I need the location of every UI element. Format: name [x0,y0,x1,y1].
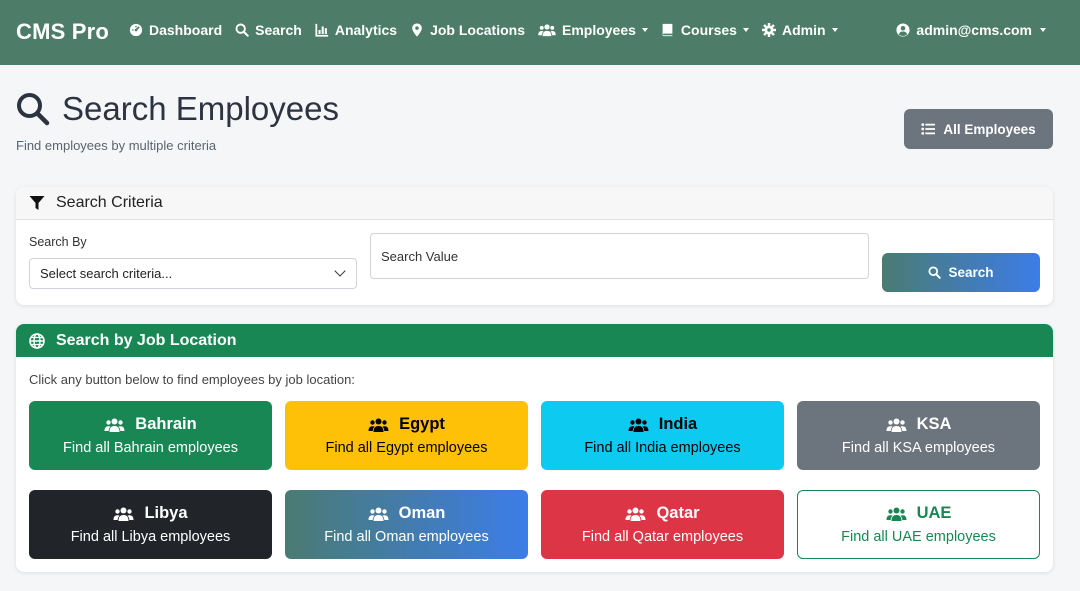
map-pin-icon [410,23,424,37]
location-description: Find all Libya employees [70,529,231,545]
location-button-bahrain[interactable]: Bahrain Find all Bahrain employees [29,401,272,470]
search-criteria-header: Search Criteria [16,187,1053,220]
users-icon [628,418,649,432]
nav-item-label: Courses [680,22,737,38]
nav-item-admin[interactable]: Admin [761,22,838,38]
nav-item-dashboard[interactable]: Dashboard [129,22,222,38]
users-icon [368,507,389,521]
location-description: Find all UAE employees [841,529,996,545]
nav-item-label: Employees [561,22,636,38]
location-button-india[interactable]: India Find all India employees [541,401,784,470]
nav-item-label: Job Locations [430,22,525,38]
dashboard-icon [129,23,143,37]
list-icon [921,123,936,135]
all-employees-label: All Employees [943,121,1036,137]
location-name: UAE [916,504,952,522]
users-icon [886,418,907,432]
users-icon [368,418,389,432]
chevron-down-icon [641,28,648,32]
chevron-down-icon [742,28,749,32]
location-button-libya[interactable]: Libya Find all Libya employees [29,490,272,559]
globe-icon [29,332,45,349]
location-button-title: Libya [113,504,188,523]
chevron-down-icon [1040,28,1046,32]
job-location-instructions: Click any button below to find employees… [29,372,355,387]
location-name: India [658,415,698,433]
location-name: Qatar [656,504,700,522]
search-by-label: Search By [29,235,87,249]
location-button-title: Egypt [368,415,445,434]
page-subtitle: Find employees by multiple criteria [16,138,217,153]
nav-item-analytics[interactable]: Analytics [315,22,397,38]
search-by-selected-value: Select search criteria... [40,266,173,281]
users-icon [538,23,556,37]
search-criteria-title: Search Criteria [56,194,163,211]
search-value-placeholder: Search Value [381,248,459,264]
page-title-text: Search Employees [62,90,339,127]
location-description: Find all Bahrain employees [63,440,238,456]
brand-logo[interactable]: CMS Pro [16,19,109,45]
gear-icon [761,23,776,37]
navbar: CMS Pro Dashboard Search Analytics Job L… [0,0,1080,65]
chevron-down-icon [831,28,838,32]
filter-icon [29,196,45,210]
chart-icon [315,23,329,37]
job-location-card: Search by Job Location Click any button … [16,324,1053,572]
users-icon [625,507,646,521]
location-button-qatar[interactable]: Qatar Find all Qatar employees [541,490,784,559]
location-name: Libya [144,504,188,522]
search-button[interactable]: Search [882,253,1040,292]
nav-menu: Dashboard Search Analytics Job Locations… [129,22,851,38]
search-value-input[interactable]: Search Value [370,233,869,279]
location-button-title: India [628,415,698,434]
location-button-egypt[interactable]: Egypt Find all Egypt employees [285,401,528,470]
user-menu[interactable]: admin@cms.com [896,22,1046,38]
location-button-title: Oman [368,504,446,523]
search-icon [235,23,249,37]
book-icon [661,23,675,37]
users-icon [113,507,134,521]
search-criteria-card: Search Criteria Search By Select search … [16,187,1053,305]
location-name: KSA [916,415,952,433]
job-location-header: Search by Job Location [16,324,1053,357]
location-button-title: KSA [886,415,952,434]
users-icon [886,507,907,521]
search-by-select[interactable]: Select search criteria... [29,258,357,289]
job-location-title: Search by Job Location [56,331,237,349]
users-icon [104,418,125,432]
nav-item-search[interactable]: Search [235,22,302,38]
location-button-title: UAE [886,504,952,523]
chevron-down-icon [334,265,346,277]
nav-item-label: Admin [781,22,826,38]
location-description: Find all Oman employees [324,529,489,545]
location-button-uae[interactable]: UAE Find all UAE employees [797,490,1040,559]
search-icon [17,93,50,126]
search-icon [928,266,942,279]
location-name: Oman [398,504,446,522]
location-button-ksa[interactable]: KSA Find all KSA employees [797,401,1040,470]
location-name: Egypt [399,415,445,433]
nav-item-label: Analytics [334,22,398,38]
nav-item-employees[interactable]: Employees [538,22,648,38]
nav-item-label: Dashboard [149,22,223,38]
nav-item-label: Search [255,22,302,38]
location-button-title: Qatar [625,504,700,523]
page-title: Search Employees [16,90,339,128]
location-button-title: Bahrain [104,415,197,434]
location-description: Find all India employees [584,440,741,456]
user-circle-icon [896,23,910,37]
nav-item-courses[interactable]: Courses [661,22,749,38]
all-employees-button[interactable]: All Employees [904,109,1053,149]
location-description: Find all Egypt employees [325,440,488,456]
location-name: Bahrain [135,415,197,433]
location-description: Find all Qatar employees [581,529,744,545]
location-button-oman[interactable]: Oman Find all Oman employees [285,490,528,559]
nav-item-job-locations[interactable]: Job Locations [410,22,525,38]
location-description: Find all KSA employees [841,440,996,456]
user-email: admin@cms.com [916,22,1032,38]
search-button-label: Search [948,265,994,280]
